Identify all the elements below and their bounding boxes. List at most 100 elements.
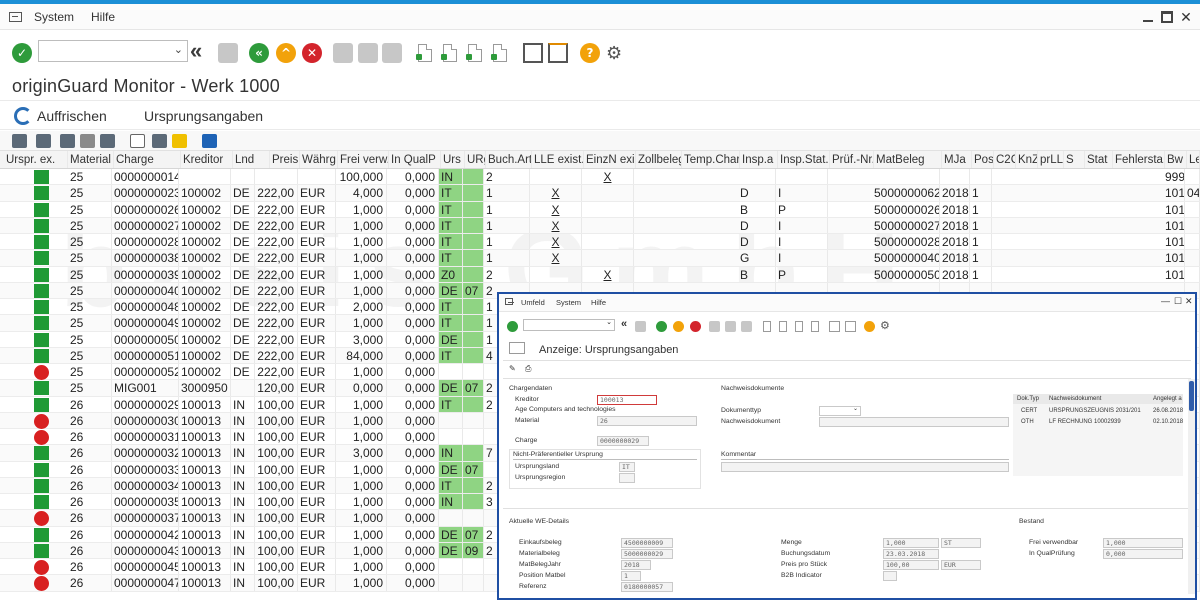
table-cell[interactable] xyxy=(439,364,463,380)
table-cell[interactable]: EUR xyxy=(298,510,336,526)
table-cell[interactable]: 1,000 xyxy=(336,526,387,542)
column-header[interactable]: Insp.a xyxy=(740,151,778,168)
table-cell[interactable]: DE xyxy=(439,542,463,558)
table-cell[interactable]: 100,000 xyxy=(336,169,387,185)
table-cell[interactable]: 1,000 xyxy=(336,266,387,282)
table-cell[interactable]: IT xyxy=(439,315,463,331)
table-cell[interactable] xyxy=(940,169,970,185)
table-cell[interactable]: 0,000 xyxy=(387,364,439,380)
table-cell[interactable]: 2 xyxy=(484,169,530,185)
table-cell[interactable]: 1,000 xyxy=(336,396,387,412)
table-cell[interactable]: 2018 xyxy=(940,250,970,266)
column-header[interactable]: LLE exist. xyxy=(532,151,584,168)
table-cell[interactable]: 5000000027 xyxy=(872,217,940,233)
shortcut-icon[interactable] xyxy=(845,321,856,332)
table-cell[interactable] xyxy=(463,234,484,250)
table-cell[interactable]: IN xyxy=(231,461,255,477)
table-cell[interactable]: DE xyxy=(231,234,255,250)
table-cell[interactable]: IN xyxy=(231,510,255,526)
table-cell[interactable]: 26 xyxy=(68,461,112,477)
table-cell[interactable]: 0000000052 xyxy=(112,364,179,380)
table-cell[interactable]: 0,000 xyxy=(387,217,439,233)
table-cell[interactable]: 1 xyxy=(970,185,992,201)
table-cell[interactable]: 100002 xyxy=(179,217,231,233)
table-cell[interactable]: 0,000 xyxy=(387,396,439,412)
table-cell[interactable] xyxy=(463,575,484,591)
gear-icon[interactable]: ⚙ xyxy=(880,319,891,332)
table-cell[interactable] xyxy=(970,169,992,185)
table-cell[interactable]: 0000000043 xyxy=(112,542,179,558)
table-cell[interactable]: 222,00 xyxy=(255,266,298,282)
table-cell[interactable]: 26 xyxy=(68,445,112,461)
table-cell[interactable]: 100002 xyxy=(179,282,231,298)
previous-page-icon[interactable] xyxy=(779,321,787,332)
table-cell[interactable] xyxy=(738,169,776,185)
table-cell[interactable]: 101 xyxy=(1163,201,1185,217)
table-cell[interactable] xyxy=(463,250,484,266)
table-cell[interactable]: 0000000037 xyxy=(112,510,179,526)
table-cell[interactable] xyxy=(582,201,634,217)
table-cell[interactable]: 100013 xyxy=(179,396,231,412)
table-cell[interactable] xyxy=(1185,234,1200,250)
table-cell[interactable]: 100013 xyxy=(179,477,231,493)
menu-hilfe[interactable]: Hilfe xyxy=(91,10,115,24)
table-cell[interactable]: 100013 xyxy=(179,461,231,477)
table-cell[interactable] xyxy=(463,299,484,315)
table-cell[interactable]: 5000000028 xyxy=(872,234,940,250)
table-cell[interactable]: 0000000039 xyxy=(112,266,179,282)
table-cell[interactable] xyxy=(463,364,484,380)
table-cell[interactable]: 1,000 xyxy=(336,429,387,445)
table-cell[interactable]: 100002 xyxy=(179,299,231,315)
command-field[interactable]: ⌄ xyxy=(38,40,188,62)
table-cell[interactable]: 2,000 xyxy=(336,299,387,315)
table-cell[interactable]: 5000000050 xyxy=(872,266,940,282)
table-cell[interactable]: 101 xyxy=(1163,217,1185,233)
table-cell[interactable]: 222,00 xyxy=(255,315,298,331)
table-cell[interactable]: 1 xyxy=(484,234,530,250)
table-cell[interactable]: X xyxy=(530,185,582,201)
table-cell[interactable]: 222,00 xyxy=(255,347,298,363)
column-header[interactable]: S xyxy=(1064,151,1085,168)
table-cell[interactable]: EUR xyxy=(298,315,336,331)
table-cell[interactable]: IN xyxy=(439,494,463,510)
menu-hilfe[interactable]: Hilfe xyxy=(591,298,606,307)
table-cell[interactable]: 0000000035 xyxy=(112,494,179,510)
table-cell[interactable]: 101 xyxy=(1163,266,1185,282)
table-cell[interactable]: 1 xyxy=(484,185,530,201)
print-icon[interactable] xyxy=(709,321,720,332)
table-cell[interactable]: 26 xyxy=(68,494,112,510)
table-cell[interactable]: 0000000040 xyxy=(112,282,179,298)
table-cell[interactable]: 100002 xyxy=(179,331,231,347)
table-cell[interactable]: IN xyxy=(439,169,463,185)
table-cell[interactable]: 0000000031 xyxy=(112,429,179,445)
table-cell[interactable]: 1 xyxy=(484,201,530,217)
table-cell[interactable] xyxy=(463,331,484,347)
column-header[interactable]: Buch.Art xyxy=(486,151,532,168)
table-cell[interactable]: 100002 xyxy=(179,266,231,282)
table-cell[interactable]: 0000000042 xyxy=(112,526,179,542)
table-cell[interactable]: DE xyxy=(231,185,255,201)
column-header[interactable]: Urs xyxy=(441,151,465,168)
table-cell[interactable] xyxy=(463,412,484,428)
table-cell[interactable]: EUR xyxy=(298,542,336,558)
table-cell[interactable]: 100002 xyxy=(179,315,231,331)
table-cell[interactable]: 26 xyxy=(68,526,112,542)
table-cell[interactable]: 100,00 xyxy=(255,477,298,493)
column-header[interactable]: Material xyxy=(68,151,114,168)
table-cell[interactable]: 2018 xyxy=(940,234,970,250)
table-cell[interactable]: 0,000 xyxy=(387,234,439,250)
table-cell[interactable]: IN xyxy=(231,494,255,510)
table-cell[interactable]: IN xyxy=(231,542,255,558)
table-cell[interactable]: 1,000 xyxy=(336,494,387,510)
table-cell[interactable]: 0,000 xyxy=(387,510,439,526)
exit-icon[interactable]: ^ xyxy=(276,43,296,63)
table-cell[interactable]: 26.08.2018 xyxy=(1153,408,1183,414)
find-next-icon[interactable] xyxy=(382,43,402,63)
table-cell[interactable]: 25 xyxy=(68,201,112,217)
column-header[interactable]: Temp.Char xyxy=(682,151,740,168)
print-icon[interactable] xyxy=(333,43,353,63)
table-cell[interactable]: 0000000029 xyxy=(112,396,179,412)
table-cell[interactable]: 0,000 xyxy=(387,380,439,396)
table-cell[interactable] xyxy=(439,429,463,445)
table-cell[interactable]: 25 xyxy=(68,169,112,185)
